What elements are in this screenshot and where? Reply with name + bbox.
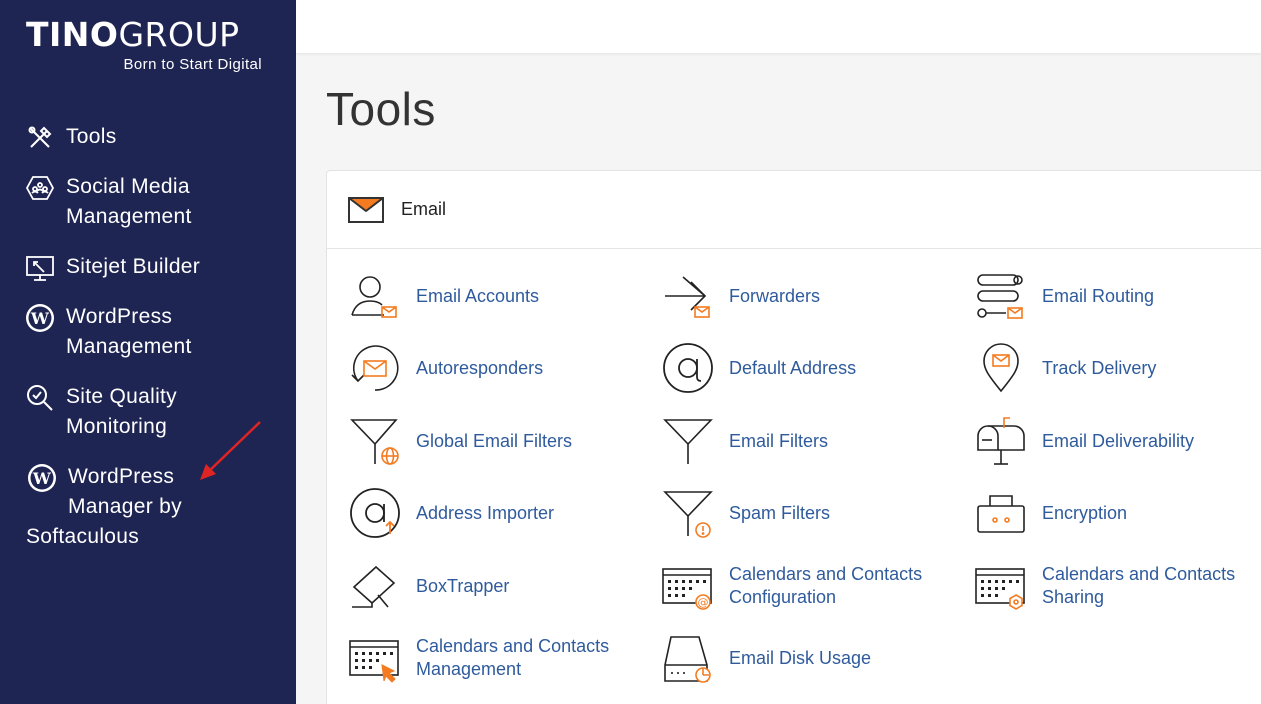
- tool-label: BoxTrapper: [416, 575, 510, 596]
- site-quality-icon: [24, 382, 56, 414]
- tool-calendars-contacts-configuration[interactable]: @ Calendars and Contacts Configuration: [661, 559, 922, 613]
- annotation-arrow: [200, 421, 261, 480]
- sidebar-item-social-media[interactable]: Social Media Management: [24, 172, 192, 232]
- sidebar-item-label: Sitejet Builder: [66, 255, 201, 278]
- tool-global-email-filters[interactable]: Global Email Filters: [348, 414, 572, 468]
- tool-autoresponders[interactable]: Autoresponders: [348, 341, 543, 395]
- tool-forwarders[interactable]: Forwarders: [661, 269, 820, 323]
- calendar-sharing-icon: [974, 559, 1028, 613]
- tool-email-accounts[interactable]: Email Accounts: [348, 269, 539, 323]
- sidebar-item-label: WordPress Management: [66, 305, 192, 358]
- tool-email-filters[interactable]: Email Filters: [661, 414, 828, 468]
- tool-label: Email Routing: [1042, 285, 1155, 306]
- tool-label: Email Accounts: [416, 285, 540, 306]
- email-envelope-icon: [347, 195, 385, 225]
- mailbox-icon: [974, 414, 1028, 468]
- forwarders-icon: [661, 269, 715, 323]
- email-section-header[interactable]: Email: [327, 171, 1261, 249]
- svg-text:@: @: [698, 596, 709, 609]
- tool-email-disk-usage[interactable]: Email Disk Usage: [661, 631, 871, 685]
- sidebar-item-wordpress-management[interactable]: W WordPress Management: [24, 302, 192, 362]
- sidebar-item-sitejet[interactable]: Sitejet Builder: [24, 252, 200, 284]
- sidebar-item-label: Tools: [66, 125, 117, 148]
- top-bar: [296, 0, 1261, 53]
- tool-label: Global Email Filters: [416, 430, 573, 451]
- email-section-title: Email: [401, 199, 447, 219]
- tool-default-address[interactable]: Default Address: [661, 341, 856, 395]
- sitejet-icon: [24, 252, 56, 284]
- tool-address-importer[interactable]: Address Importer: [348, 486, 554, 540]
- page-title: Tools: [326, 83, 436, 135]
- tool-spam-filters[interactable]: Spam Filters: [661, 486, 830, 540]
- sidebar-item-site-quality[interactable]: Site Quality Monitoring: [24, 382, 177, 442]
- sidebar-item-label-tail: Softaculous: [26, 525, 140, 548]
- tools-icon: [24, 122, 56, 154]
- email-accounts-icon: [348, 269, 402, 323]
- tool-label: Address Importer: [416, 502, 555, 523]
- tool-label: Email Disk Usage: [729, 647, 872, 668]
- tool-label: Default Address: [729, 357, 857, 378]
- wordpress-icon: W: [24, 302, 56, 334]
- tool-email-routing[interactable]: Email Routing: [974, 269, 1154, 323]
- brand-name: TINOGROUP: [26, 15, 240, 54]
- spam-filter-icon: [661, 486, 715, 540]
- tool-label: Calendars and Contacts Sharing: [1042, 564, 1236, 607]
- svg-text:W: W: [30, 309, 50, 328]
- tool-label: Email Deliverability: [1042, 430, 1195, 451]
- at-sign-icon: [661, 341, 715, 395]
- encryption-icon: [974, 486, 1028, 540]
- calendar-management-icon: [348, 631, 402, 685]
- tool-track-delivery[interactable]: Track Delivery: [974, 341, 1156, 395]
- sidebar-item-label: Site Quality Monitoring: [66, 385, 177, 438]
- boxtrapper-icon: [348, 559, 402, 613]
- track-delivery-icon: [974, 341, 1028, 395]
- sidebar-item-wordpress-manager-softaculous[interactable]: W WordPress Manager by Softaculous: [26, 462, 182, 552]
- sidebar-item-label: WordPress Manager by: [68, 465, 182, 518]
- svg-text:W: W: [32, 469, 52, 488]
- calendar-config-icon: @: [661, 559, 715, 613]
- autoresponders-icon: [348, 341, 402, 395]
- tool-label: Email Filters: [729, 430, 829, 451]
- brand-logo[interactable]: TINOGROUP Born to Start Digital: [26, 15, 262, 74]
- wordpress-icon: W: [26, 462, 58, 494]
- tool-label: Autoresponders: [416, 357, 544, 378]
- disk-usage-icon: [661, 631, 715, 685]
- tool-label: Track Delivery: [1042, 357, 1157, 378]
- tool-email-deliverability[interactable]: Email Deliverability: [974, 414, 1194, 468]
- tool-encryption[interactable]: Encryption: [974, 486, 1127, 540]
- tool-label: Forwarders: [729, 285, 821, 306]
- tool-boxtrapper[interactable]: BoxTrapper: [348, 559, 509, 613]
- filter-icon: [661, 414, 715, 468]
- sidebar-item-label: Social Media Management: [66, 175, 192, 228]
- global-filter-icon: [348, 414, 402, 468]
- sidebar: TINOGROUP Born to Start Digital Tools So…: [0, 0, 296, 704]
- tool-calendars-contacts-management[interactable]: Calendars and Contacts Management: [348, 631, 609, 685]
- address-importer-icon: [348, 486, 402, 540]
- email-routing-icon: [974, 269, 1028, 323]
- sidebar-item-tools[interactable]: Tools: [24, 122, 117, 154]
- brand-tagline: Born to Start Digital: [123, 56, 262, 73]
- tool-label: Calendars and Contacts Management: [416, 636, 610, 679]
- tool-label: Encryption: [1042, 502, 1128, 523]
- tool-label: Spam Filters: [729, 502, 831, 523]
- tool-label: Calendars and Contacts Configuration: [729, 564, 923, 607]
- social-media-icon: [24, 172, 56, 204]
- tool-calendars-contacts-sharing[interactable]: Calendars and Contacts Sharing: [974, 559, 1235, 613]
